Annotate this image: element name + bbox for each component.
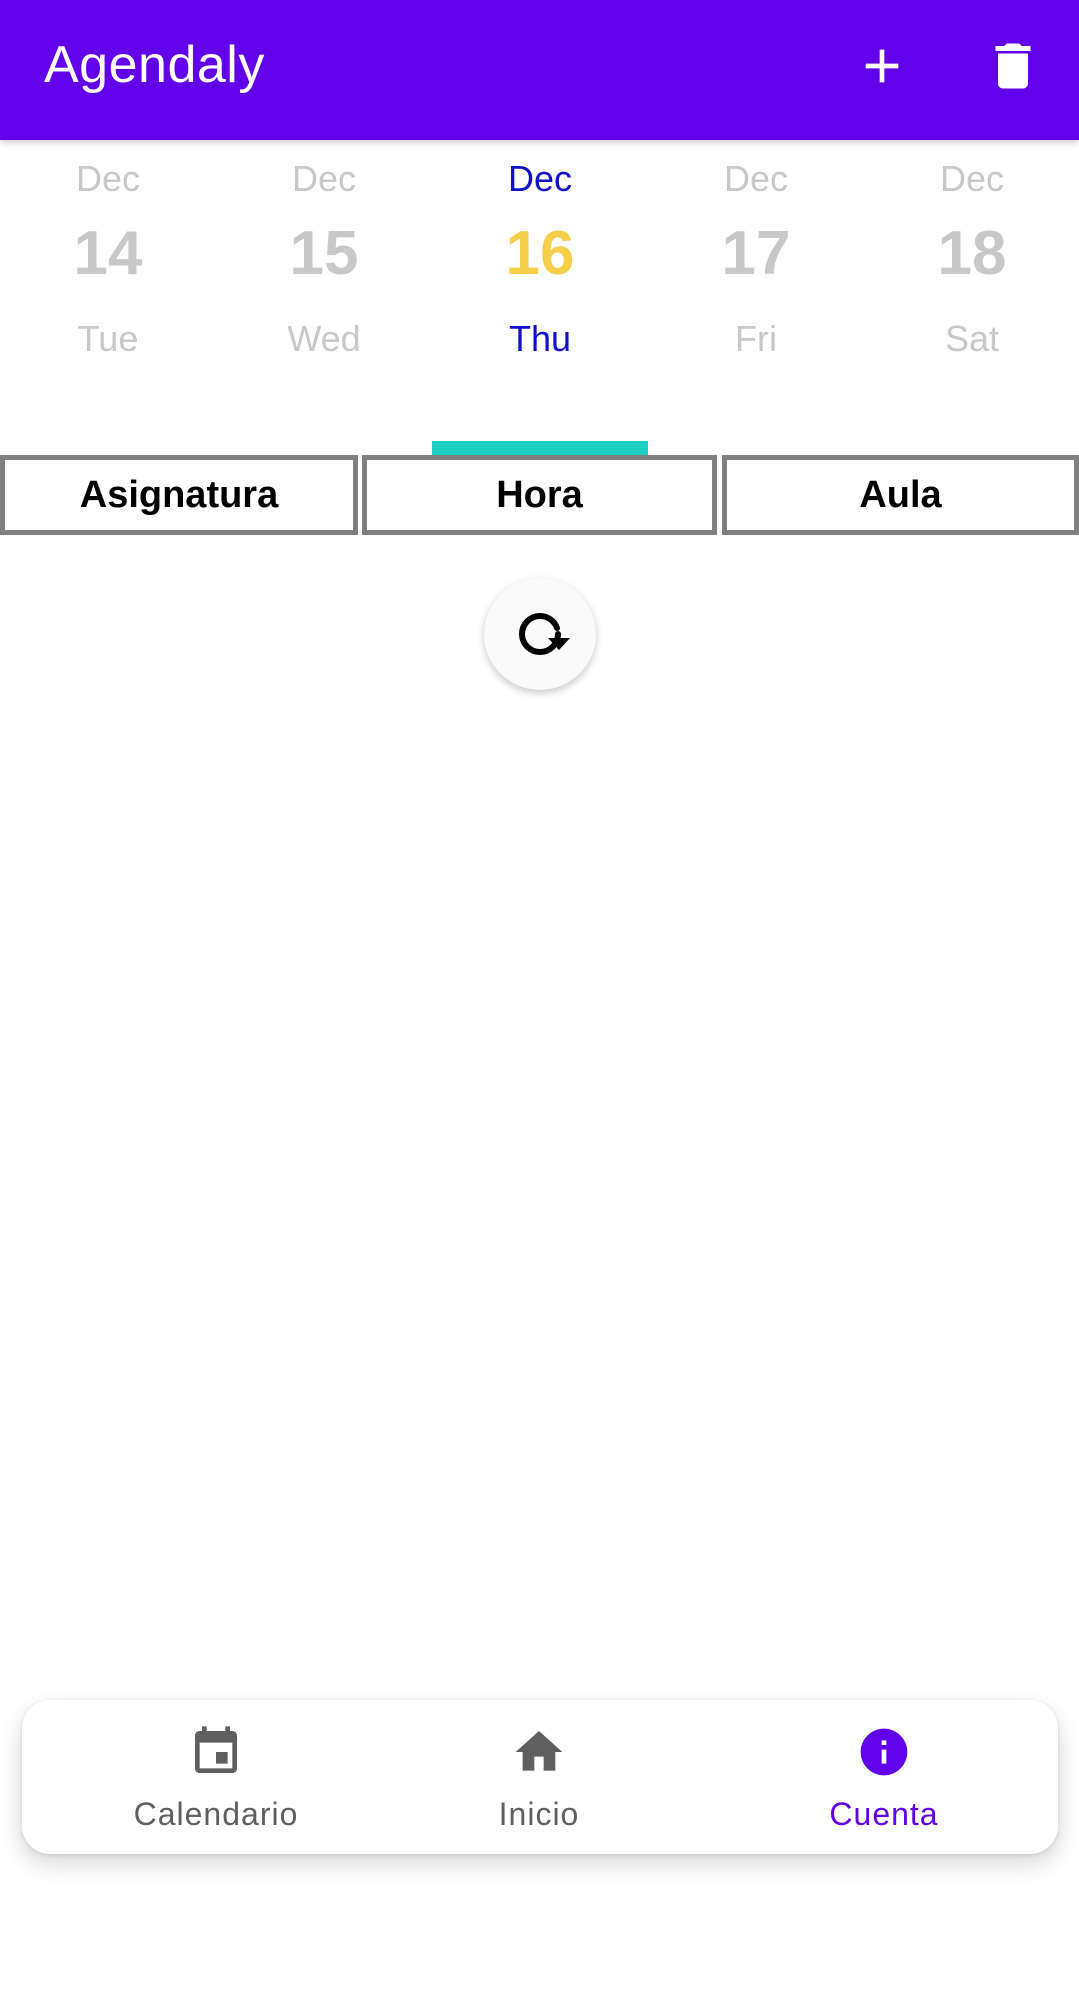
column-header-aula: Aula	[722, 455, 1079, 535]
refresh-button[interactable]	[484, 578, 596, 690]
day-number: 14	[73, 219, 143, 288]
nav-cuenta[interactable]: Cuenta	[734, 1700, 1034, 1854]
nav-calendario[interactable]: Calendario	[66, 1700, 366, 1854]
delete-button[interactable]	[971, 24, 1055, 108]
column-header-asignatura: Asignatura	[0, 455, 358, 535]
app-bar: Agendaly	[0, 0, 1079, 140]
column-header-hora: Hora	[362, 455, 717, 535]
date-strip: Dec 14 Tue Dec 15 Wed Dec 16 Thu Dec 17 …	[0, 140, 1079, 440]
add-button[interactable]	[840, 24, 924, 108]
table-header: Asignatura Hora Aula	[0, 455, 1079, 535]
day-number: 15	[289, 219, 359, 288]
day-month: Dec	[723, 158, 789, 199]
app-title: Agendaly	[44, 36, 265, 94]
selected-day-indicator	[432, 441, 648, 455]
day-month: Dec	[291, 158, 357, 199]
day-number: 18	[937, 219, 1007, 288]
day-weekday: Fri	[735, 318, 777, 359]
day-16-selected[interactable]: Dec 16 Thu	[432, 140, 648, 440]
bottom-navigation: Calendario Inicio Cuenta	[22, 1700, 1058, 1854]
nav-inicio[interactable]: Inicio	[389, 1700, 689, 1854]
day-weekday: Wed	[287, 318, 361, 359]
nav-label: Cuenta	[829, 1796, 939, 1832]
calendar-icon	[195, 1726, 237, 1773]
day-number: 17	[721, 219, 791, 288]
day-18[interactable]: Dec 18 Sat	[864, 140, 1079, 440]
day-weekday: Sat	[944, 318, 1000, 359]
day-14[interactable]: Dec 14 Tue	[0, 140, 216, 440]
day-weekday: Thu	[508, 318, 572, 359]
day-month: Dec	[939, 158, 1005, 199]
day-month: Dec	[75, 158, 141, 199]
day-17[interactable]: Dec 17 Fri	[648, 140, 864, 440]
day-number: 16	[505, 219, 575, 288]
nav-label: Calendario	[133, 1796, 299, 1832]
nav-label: Inicio	[498, 1796, 580, 1832]
day-weekday: Tue	[77, 318, 139, 359]
plus-icon	[865, 49, 899, 83]
trash-icon	[995, 43, 1031, 89]
day-15[interactable]: Dec 15 Wed	[216, 140, 432, 440]
info-icon	[860, 1728, 908, 1776]
day-month: Dec	[507, 158, 573, 199]
refresh-icon	[519, 612, 570, 655]
home-icon	[515, 1731, 563, 1771]
